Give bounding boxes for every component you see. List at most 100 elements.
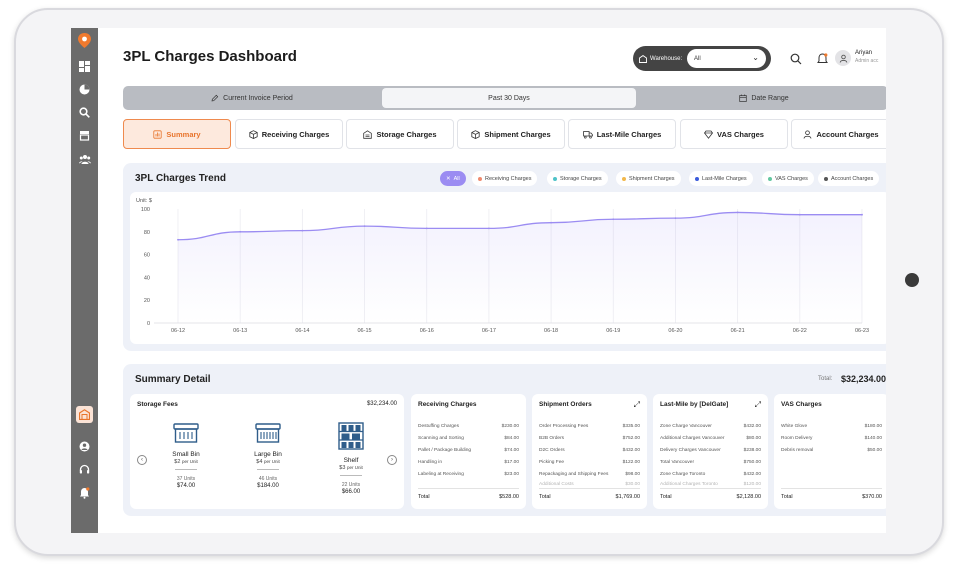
filter-chip-storage[interactable]: Storage Charges <box>547 171 608 186</box>
store-icon[interactable] <box>76 127 93 144</box>
tab-label: Last-Mile Charges <box>596 129 662 139</box>
tab-last-mile-charges[interactable]: Last-Mile Charges <box>568 119 676 149</box>
receiving-charges-card: Receiving Charges Destuffing Charges $230… <box>411 394 526 509</box>
headset-icon[interactable] <box>76 461 93 478</box>
tab-label: Storage Charges <box>376 129 437 139</box>
warehouse-label: Warehouse: <box>650 55 683 62</box>
charge-row: B2B Orders $752.00 <box>539 432 640 444</box>
filter-chip-account[interactable]: Account Charges <box>818 171 880 186</box>
card-title: Receiving Charges <box>418 401 477 408</box>
dashboard-icon[interactable] <box>76 58 93 75</box>
filter-chip-all[interactable]: ✕ All <box>440 171 466 186</box>
data-point <box>239 230 242 233</box>
divider <box>175 469 197 470</box>
filter-chip-receiving[interactable]: Receiving Charges <box>472 171 538 186</box>
card-title: Shipment Orders <box>539 401 592 408</box>
y-tick-label: 80 <box>144 230 150 236</box>
row-value: $432.00 <box>743 471 761 477</box>
bin-price: $3 per Unit <box>323 465 379 471</box>
row-value: $17.00 <box>504 459 519 465</box>
bin-units: 46 Units <box>258 476 278 482</box>
total-value: $1,769.00 <box>615 494 640 500</box>
row-value: $432.00 <box>743 423 761 429</box>
row-value: $238.00 <box>743 447 761 453</box>
bin-icon <box>173 423 199 443</box>
tab-date-range[interactable]: Date Range <box>637 88 886 108</box>
user-icon <box>804 129 812 139</box>
delivery-icon <box>582 130 593 138</box>
avatar[interactable] <box>835 50 851 66</box>
row-value: $752.00 <box>622 435 640 441</box>
notification-bell-icon[interactable] <box>76 484 93 501</box>
charge-row: White Glove $180.00 <box>781 420 882 432</box>
tab-storage-charges[interactable]: Storage Charges <box>346 119 454 149</box>
expand-icon[interactable]: ⤢ <box>755 400 761 410</box>
tab-account-charges[interactable]: Account Charges <box>791 119 886 149</box>
trend-title: 3PL Charges Trend <box>135 173 226 184</box>
bin-total: $184.00 <box>257 483 279 489</box>
charge-row: Debris removal $50.00 <box>781 444 882 456</box>
row-label: Debris removal <box>781 447 814 453</box>
filter-chip-vas[interactable]: VAS Charges <box>762 171 814 186</box>
users-icon[interactable] <box>76 151 93 168</box>
warehouse-value: All <box>694 55 701 62</box>
expand-icon[interactable]: ⤢ <box>634 400 640 410</box>
legend-dot <box>478 176 482 181</box>
filter-chip-last-mile[interactable]: Last-Mile Charges <box>689 171 753 186</box>
trend-chart: Unit: $ 0 20 40 60 80 100 06-12 06-13 06-14 06-15 0… <box>136 198 869 334</box>
bin-name: Shelf <box>343 457 359 464</box>
account-icon[interactable] <box>76 438 93 455</box>
card-total: Total $528.00 <box>418 488 519 500</box>
tab-past-30-days[interactable]: Past 30 Days <box>382 88 636 108</box>
card-title: Storage Fees <box>137 401 178 408</box>
chip-label: Storage Charges <box>560 175 602 182</box>
filter-chip-shipment[interactable]: Shipment Charges <box>616 171 681 186</box>
tab-summary[interactable]: Summary <box>123 119 231 149</box>
row-label: Additional Charges Vancouver <box>660 435 725 441</box>
tab-shipment-charges[interactable]: Shipment Charges <box>457 119 565 149</box>
diamond-icon <box>704 130 714 139</box>
price-unit: per Unit <box>346 465 363 470</box>
row-label: Zone Charge Toronto <box>660 471 706 477</box>
warehouse-selector[interactable]: Warehouse: All ⌄ <box>633 46 771 71</box>
legend-dot <box>824 176 828 181</box>
tab-current-invoice-period[interactable]: Current Invoice Period <box>125 88 379 108</box>
charges-trend-panel: 3PL Charges Trend ✕ All Receiving Charge… <box>123 163 886 351</box>
notification-bell-icon[interactable] <box>816 52 829 65</box>
charge-row: Handling in $17.00 <box>418 456 519 468</box>
bin-units: 22 Units <box>341 482 361 488</box>
carousel-prev-button[interactable]: ‹ <box>137 455 147 465</box>
page-title: 3PL Charges Dashboard <box>123 48 297 65</box>
search-icon[interactable] <box>789 52 802 65</box>
charge-row: Repackaging and Shipping Fees $98.00 <box>539 468 640 480</box>
carousel-next-button[interactable]: › <box>387 455 397 465</box>
row-value: $84.00 <box>504 435 519 441</box>
warehouse-dropdown[interactable]: All ⌄ <box>687 49 766 68</box>
x-tick-label: 06-18 <box>544 328 558 334</box>
total-label: Total <box>539 494 551 500</box>
charge-row: Additional Costs $30.00 <box>539 480 640 488</box>
pie-chart-icon[interactable] <box>76 81 93 98</box>
row-label: D2C Orders <box>539 447 565 453</box>
total-label: Total <box>660 494 672 500</box>
search-icon[interactable] <box>76 104 93 121</box>
data-point <box>363 225 366 227</box>
charge-rows: Destuffing Charges $230.00 Scanning and S… <box>418 420 519 480</box>
close-icon: ✕ <box>446 175 451 182</box>
row-value: $30.00 <box>625 481 640 487</box>
x-tick-label: 06-20 <box>668 328 682 334</box>
data-point <box>798 213 801 216</box>
storage-fees-card: Storage Fees $32,234.00 ‹ › Small Bin $2… <box>130 394 404 509</box>
period-tabs: Current Invoice Period Past 30 Days Date… <box>123 86 886 110</box>
row-label: Destuffing Charges <box>418 423 459 429</box>
data-point <box>674 217 677 220</box>
tab-label: Shipment Charges <box>484 129 551 139</box>
row-value: $122.00 <box>622 459 640 465</box>
tab-vas-charges[interactable]: VAS Charges <box>680 119 788 149</box>
tab-receiving-charges[interactable]: Receiving Charges <box>235 119 343 149</box>
home-button[interactable] <box>905 273 919 287</box>
chip-label: Receiving Charges <box>485 175 532 182</box>
warehouse-icon[interactable] <box>76 406 93 423</box>
screen: 3PL Charges Dashboard Warehouse: All ⌄ A… <box>71 28 886 533</box>
x-tick-label: 06-21 <box>731 328 745 334</box>
